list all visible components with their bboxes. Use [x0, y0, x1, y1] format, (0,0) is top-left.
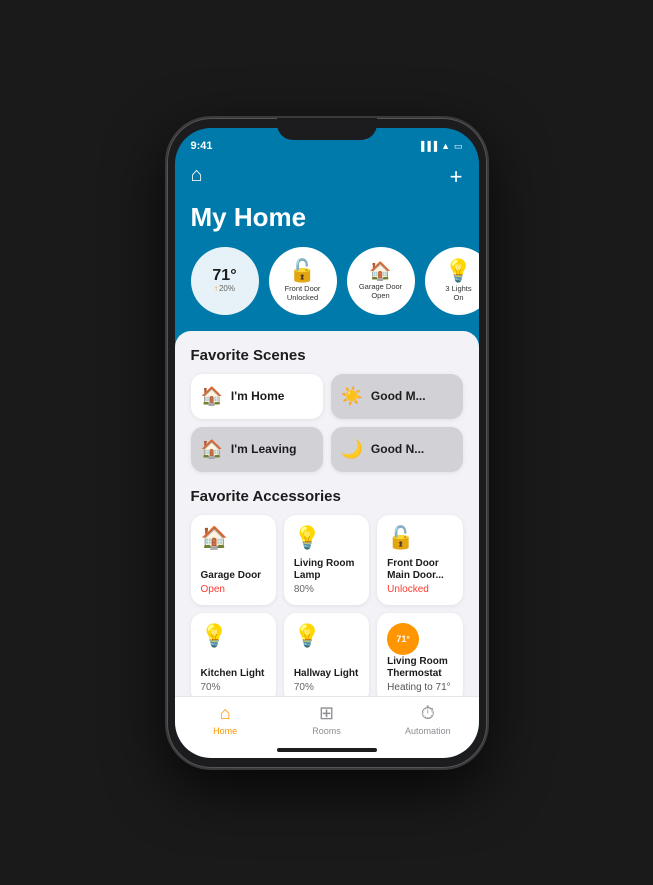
im-home-label: I'm Home [231, 389, 285, 403]
scene-good-night[interactable]: 🌙 Good N... [331, 427, 463, 472]
kitchen-light-name: Kitchen Light [201, 668, 266, 680]
im-leaving-label: I'm Leaving [231, 442, 297, 456]
humidity-value: 20% [219, 284, 235, 293]
garage-door-card[interactable]: 🏠 Garage DoorOpen [347, 247, 415, 315]
scene-good-morning[interactable]: ☀️ Good M... [331, 374, 463, 419]
good-night-label: Good N... [371, 442, 424, 456]
temperature-card[interactable]: 71° ↑ 20% [191, 247, 259, 315]
garage-door-acc-icon: 🏠 [201, 525, 266, 551]
tab-home-icon: ⌂ [220, 703, 231, 724]
accessory-garage-door[interactable]: 🏠 Garage Door Open [191, 515, 276, 605]
status-time: 9:41 [191, 140, 418, 152]
status-icons: ▐▐▐ ▲ ▭ [418, 141, 463, 152]
good-morning-icon: ☀️ [341, 386, 363, 407]
tab-bar: ⌂ Home ⊞ Rooms ⏱ Automation [175, 696, 479, 748]
home-nav-icon[interactable]: ⌂ [191, 164, 203, 187]
kitchen-light-status: 70% [201, 682, 266, 693]
lamp-icon: 💡 [294, 525, 359, 551]
tab-automation-icon: ⏱ [421, 703, 435, 724]
tab-automation[interactable]: ⏱ Automation [377, 703, 478, 736]
garage-door-acc-name: Garage Door [201, 570, 266, 582]
home-indicator-bar [277, 748, 377, 752]
accessories-section-title: Favorite Accessories [191, 488, 463, 505]
temp-sub: ↑ 20% [214, 284, 235, 293]
front-door-acc-icon: 🔓 [387, 525, 452, 551]
hallway-light-icon: 💡 [294, 623, 359, 649]
accessory-kitchen-light[interactable]: 💡 Kitchen Light 70% [191, 613, 276, 696]
temp-arrow-icon: ↑ [214, 284, 218, 293]
home-indicator [175, 748, 479, 758]
scene-im-leaving[interactable]: 🏠 I'm Leaving [191, 427, 323, 472]
add-button[interactable]: + [450, 164, 463, 190]
im-leaving-icon: 🏠 [201, 439, 223, 460]
good-night-icon: 🌙 [341, 439, 363, 460]
phone-frame: 9:41 ▐▐▐ ▲ ▭ ⌂ + My Home 71° ↑ [167, 118, 487, 768]
accessories-grid: 🏠 Garage Door Open 💡 Living Room Lamp 80… [191, 515, 463, 696]
good-morning-label: Good M... [371, 389, 426, 403]
garage-door-acc-status: Open [201, 584, 266, 595]
im-home-icon: 🏠 [201, 386, 223, 407]
signal-icon: ▐▐▐ [418, 141, 437, 151]
tab-automation-label: Automation [405, 726, 451, 736]
thermostat-name: Living Room Thermostat [387, 656, 452, 680]
kitchen-light-icon: 💡 [201, 623, 266, 649]
accessory-hallway-light[interactable]: 💡 Hallway Light 70% [284, 613, 369, 696]
lights-icon: 💡 [445, 260, 472, 282]
scenes-grid: 🏠 I'm Home ☀️ Good M... 🏠 I'm Leaving [191, 374, 463, 472]
app-header: ⌂ + [175, 156, 479, 202]
thermostat-status: Heating to 71° [387, 682, 452, 693]
white-section: Favorite Scenes 🏠 I'm Home ☀️ Good M... … [175, 331, 479, 696]
tab-home[interactable]: ⌂ Home [175, 703, 276, 736]
garage-door-icon: 🏠 [369, 262, 391, 280]
accessory-living-room-lamp[interactable]: 💡 Living Room Lamp 80% [284, 515, 369, 605]
tab-rooms-label: Rooms [312, 726, 341, 736]
front-door-card[interactable]: 🔓 Front DoorUnlocked [269, 247, 337, 315]
accessory-thermostat[interactable]: 71° Living Room Thermostat Heating to 71… [377, 613, 462, 696]
lamp-name: Living Room Lamp [294, 558, 359, 582]
page-title: My Home [175, 202, 479, 247]
status-row: 71° ↑ 20% 🔓 Front DoorUnlocked 🏠 Garage … [175, 247, 479, 331]
lamp-status: 80% [294, 584, 359, 595]
thermostat-circle: 71° [387, 623, 419, 655]
accessory-front-door[interactable]: 🔓 Front Door Main Door... Unlocked [377, 515, 462, 605]
garage-door-label: Garage DoorOpen [355, 280, 406, 300]
wifi-icon: ▲ [441, 141, 450, 151]
battery-icon: ▭ [454, 141, 463, 152]
tab-home-label: Home [213, 726, 237, 736]
temp-value: 71° [212, 268, 236, 284]
phone-screen: 9:41 ▐▐▐ ▲ ▭ ⌂ + My Home 71° ↑ [175, 128, 479, 758]
scene-im-home[interactable]: 🏠 I'm Home [191, 374, 323, 419]
tab-rooms[interactable]: ⊞ Rooms [276, 703, 377, 736]
hallway-light-status: 70% [294, 682, 359, 693]
front-door-acc-name: Front Door Main Door... [387, 558, 452, 582]
scenes-section-title: Favorite Scenes [191, 347, 463, 364]
front-door-acc-status: Unlocked [387, 584, 452, 595]
scroll-content[interactable]: ⌂ + My Home 71° ↑ 20% 🔓 Front DoorUnlock [175, 156, 479, 696]
notch [277, 118, 377, 140]
hallway-light-name: Hallway Light [294, 668, 359, 680]
tab-rooms-icon: ⊞ [319, 703, 334, 724]
lights-card[interactable]: 💡 3 LightsOn [425, 247, 479, 315]
front-door-icon: 🔓 [289, 260, 316, 282]
front-door-label: Front DoorUnlocked [281, 282, 325, 302]
lights-label: 3 LightsOn [441, 282, 475, 302]
